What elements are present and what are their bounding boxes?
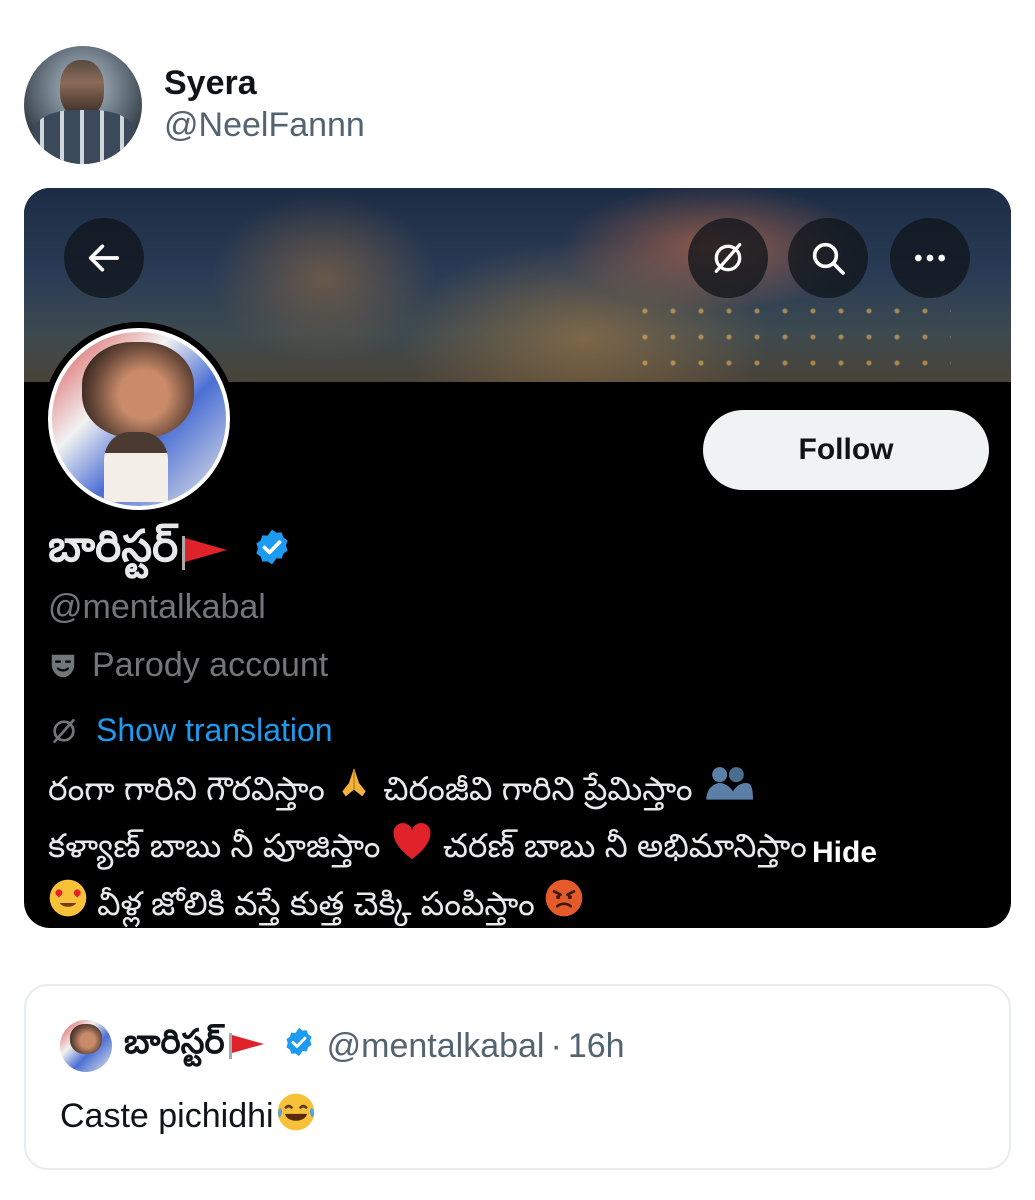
quoted-tweet-header: బారిస్టర్ @mentalkabal · 16h — [60, 1020, 625, 1072]
quoted-display-name[interactable]: బారిస్టర్ — [124, 1023, 225, 1070]
red-heart-emoji — [390, 821, 434, 877]
profile-handle: @mentalkabal — [48, 588, 266, 626]
quoted-tweet-text: Caste pichidhi — [60, 1090, 318, 1143]
hide-overlay-button[interactable]: Hide — [812, 836, 877, 870]
verified-badge-icon — [283, 1026, 315, 1067]
tweet-author[interactable]: Syera @NeelFannn — [24, 46, 365, 164]
author-name[interactable]: Syera — [164, 63, 365, 103]
profile-display-name: బారిస్టర్ — [48, 522, 292, 583]
arrow-left-icon — [88, 244, 120, 272]
folded-hands-emoji — [334, 763, 374, 819]
follow-button[interactable]: Follow — [703, 410, 989, 490]
quoted-timestamp[interactable]: 16h — [568, 1027, 625, 1066]
people-hugging-emoji — [702, 763, 754, 819]
theater-mask-icon — [51, 654, 75, 677]
bio-text: కళ్యాణ్ బాబు నీ పూజిస్తాం — [48, 827, 381, 865]
author-avatar[interactable] — [24, 46, 142, 164]
tears-of-joy-emoji — [274, 1090, 318, 1143]
profile-card: Follow బారిస్టర్ @mentalkabal Parody acc… — [24, 188, 1011, 928]
bio-text: రంగా గారిని గౌరవిస్తాం — [48, 770, 325, 807]
quoted-separator: · — [550, 1026, 562, 1065]
back-button[interactable] — [64, 218, 144, 298]
quoted-avatar[interactable] — [60, 1020, 112, 1072]
verified-badge-icon[interactable] — [252, 527, 292, 578]
quoted-tweet[interactable]: బారిస్టర్ @mentalkabal · 16h Caste pichi… — [24, 984, 1011, 1170]
author-info: Syera @NeelFannn — [164, 63, 365, 147]
translate-button[interactable] — [688, 218, 768, 298]
more-button[interactable] — [890, 218, 970, 298]
bio-line: వీళ్ల జోలికి వస్తే కుత్త చెక్కి పంపిస్తా… — [48, 877, 988, 928]
quoted-handle[interactable]: @mentalkabal — [327, 1027, 545, 1066]
red-flag-emoji — [228, 1033, 269, 1059]
bio-text: చరణ్ బాబు నీ అభిమానిస్తాం — [442, 827, 807, 865]
show-translation-text[interactable]: Show translation — [96, 712, 333, 749]
profile-name-text: బారిస్టర్ — [48, 522, 179, 571]
profile-avatar[interactable] — [42, 322, 236, 516]
parody-label-text: Parody account — [92, 646, 329, 684]
heart-eyes-emoji — [48, 878, 88, 928]
translate-slash-icon — [714, 243, 742, 273]
bio-line: రంగా గారిని గౌరవిస్తాం చిరంజీవి గారిని ప… — [48, 762, 988, 819]
translate-slash-icon — [53, 718, 75, 743]
bio-text: చిరంజీవి గారిని ప్రేమిస్తాం — [383, 770, 693, 807]
search-icon — [812, 242, 845, 275]
red-flag-emoji — [182, 535, 234, 570]
more-dots-icon — [915, 254, 945, 262]
search-button[interactable] — [788, 218, 868, 298]
parody-label: Parody account — [48, 646, 328, 685]
author-handle[interactable]: @NeelFannn — [164, 103, 365, 147]
bio-text: వీళ్ల జోలికి వస్తే కుత్త చెక్కి పంపిస్తా… — [97, 884, 535, 922]
angry-face-emoji — [544, 878, 584, 928]
quoted-text: Caste pichidhi — [60, 1097, 274, 1135]
show-translation-link[interactable]: Show translation — [48, 712, 333, 749]
